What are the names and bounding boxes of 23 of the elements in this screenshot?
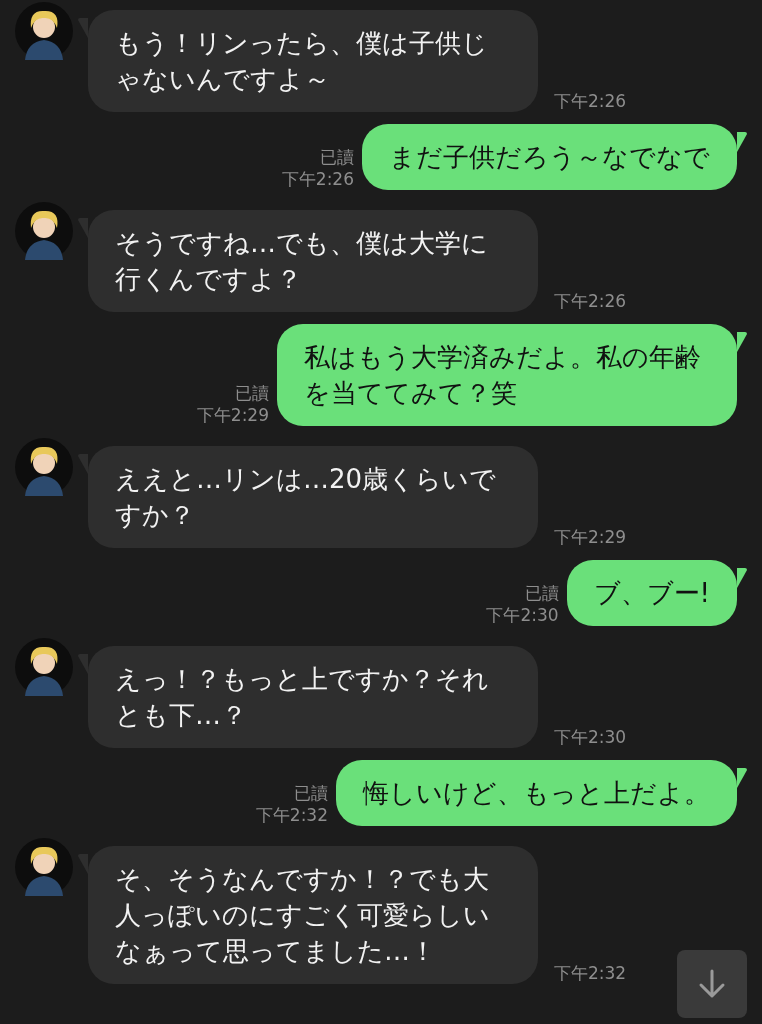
avatar[interactable] [15, 202, 73, 260]
bubble-tail [737, 568, 747, 588]
timestamp: 下午2:30 [486, 604, 559, 626]
avatar[interactable] [15, 2, 73, 60]
timestamp: 下午2:32 [255, 804, 328, 826]
read-receipt: 已讀 [523, 582, 559, 604]
timestamp: 下午2:26 [554, 290, 627, 312]
timestamp: 下午2:26 [281, 168, 354, 190]
timestamp: 下午2:29 [554, 526, 627, 548]
timestamp: 下午2:29 [196, 404, 269, 426]
scroll-down-button[interactable] [677, 950, 747, 1018]
bubble-tail [737, 132, 747, 152]
avatar[interactable] [15, 638, 73, 696]
timestamp: 下午2:30 [554, 726, 627, 748]
bubble-tail [737, 332, 747, 352]
timestamp: 下午2:26 [554, 90, 627, 112]
avatar[interactable] [15, 438, 73, 496]
read-receipt: 已讀 [234, 382, 269, 404]
avatar[interactable] [15, 838, 73, 896]
timestamp: 下午2:32 [554, 962, 627, 984]
bubble-tail [737, 768, 747, 788]
read-receipt: 已讀 [293, 782, 328, 804]
read-receipt: 已讀 [319, 146, 354, 168]
